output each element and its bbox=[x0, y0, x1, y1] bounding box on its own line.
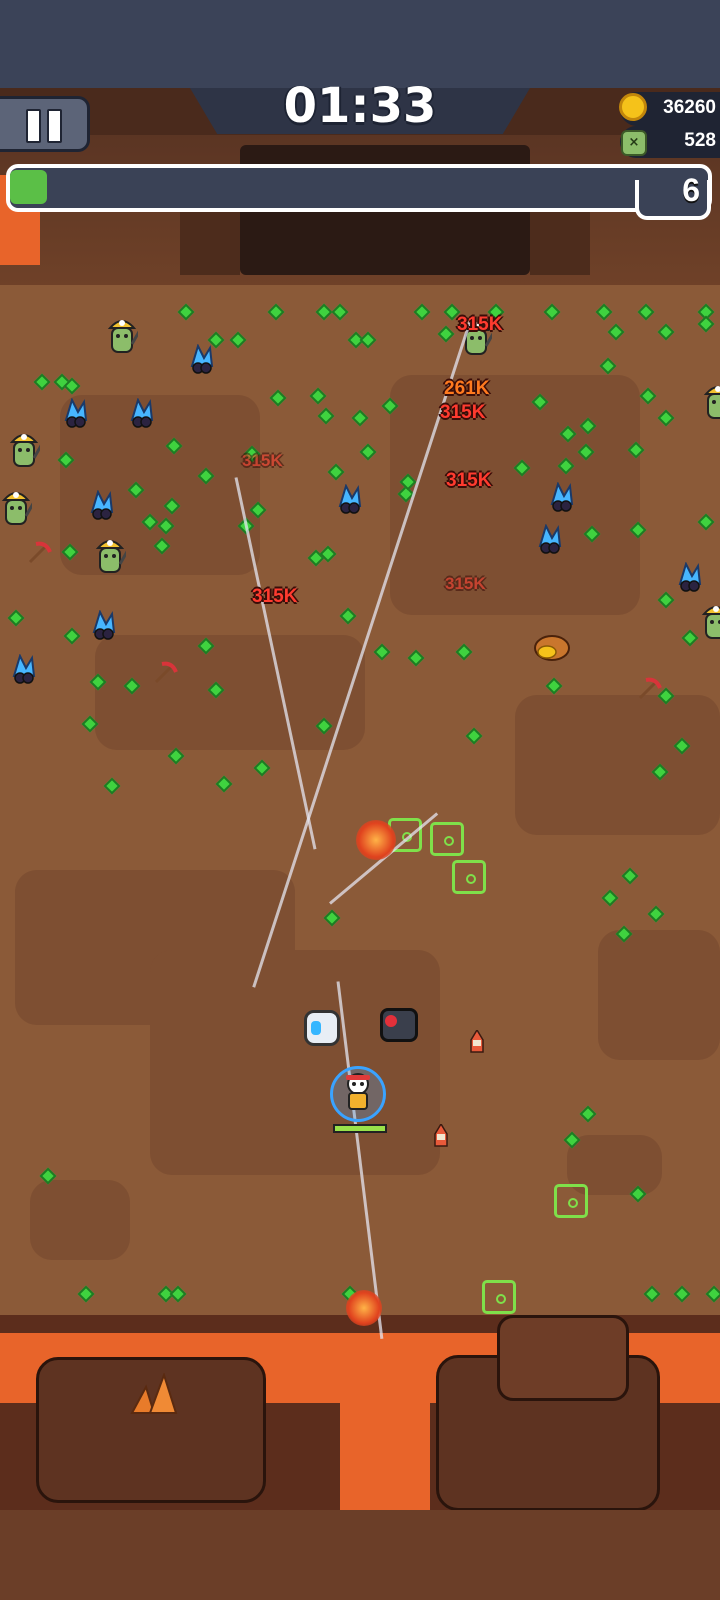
damage-number: 315K bbox=[445, 574, 486, 593]
floor-plate bbox=[60, 395, 260, 575]
damage-number: 261K bbox=[444, 378, 490, 399]
treasure-bag-icon bbox=[532, 632, 572, 662]
coin-icon bbox=[619, 93, 647, 121]
damage-number: 315K bbox=[457, 314, 503, 335]
lava-pit bbox=[0, 1315, 720, 1525]
drone-companion-icon bbox=[304, 1010, 340, 1046]
pickaxe-icon bbox=[636, 676, 662, 702]
explosion-effect bbox=[346, 1290, 382, 1326]
xp-progress-fill bbox=[10, 170, 47, 204]
floor-plate bbox=[95, 635, 365, 750]
turret-companion-icon bbox=[380, 1008, 418, 1042]
lower-floor bbox=[0, 1510, 720, 1600]
level-number: 6 bbox=[682, 172, 700, 208]
xp-progress-bar bbox=[6, 164, 712, 212]
cave-floor bbox=[0, 285, 720, 1315]
damage-number: 315K bbox=[440, 402, 486, 423]
explosion-effect bbox=[356, 820, 396, 860]
pickaxe-icon bbox=[26, 540, 52, 566]
damage-number: 315K bbox=[446, 470, 492, 491]
pickaxe-icon bbox=[152, 660, 178, 686]
floor-plate bbox=[567, 1135, 662, 1195]
floor-plate bbox=[150, 950, 440, 1175]
coin-count: 36260 bbox=[663, 97, 716, 118]
lava-channel bbox=[340, 1355, 430, 1525]
pause-button[interactable] bbox=[0, 96, 90, 152]
floor-plate bbox=[598, 930, 720, 1060]
floor-plate bbox=[515, 695, 720, 835]
kill-count: 528 bbox=[684, 130, 716, 151]
survival-timer: 01:33 bbox=[283, 78, 437, 134]
damage-number: 315K bbox=[242, 451, 283, 470]
skull-icon: × bbox=[621, 130, 647, 156]
pause-icon bbox=[0, 99, 90, 155]
rock-pillar bbox=[497, 1315, 629, 1401]
floor-plate bbox=[30, 1180, 130, 1260]
ore-crystal-icon bbox=[128, 1371, 180, 1415]
player-health-bar bbox=[333, 1124, 387, 1133]
damage-number: 315K bbox=[252, 586, 298, 607]
player-character bbox=[342, 1072, 374, 1114]
floor-plate bbox=[390, 375, 640, 615]
